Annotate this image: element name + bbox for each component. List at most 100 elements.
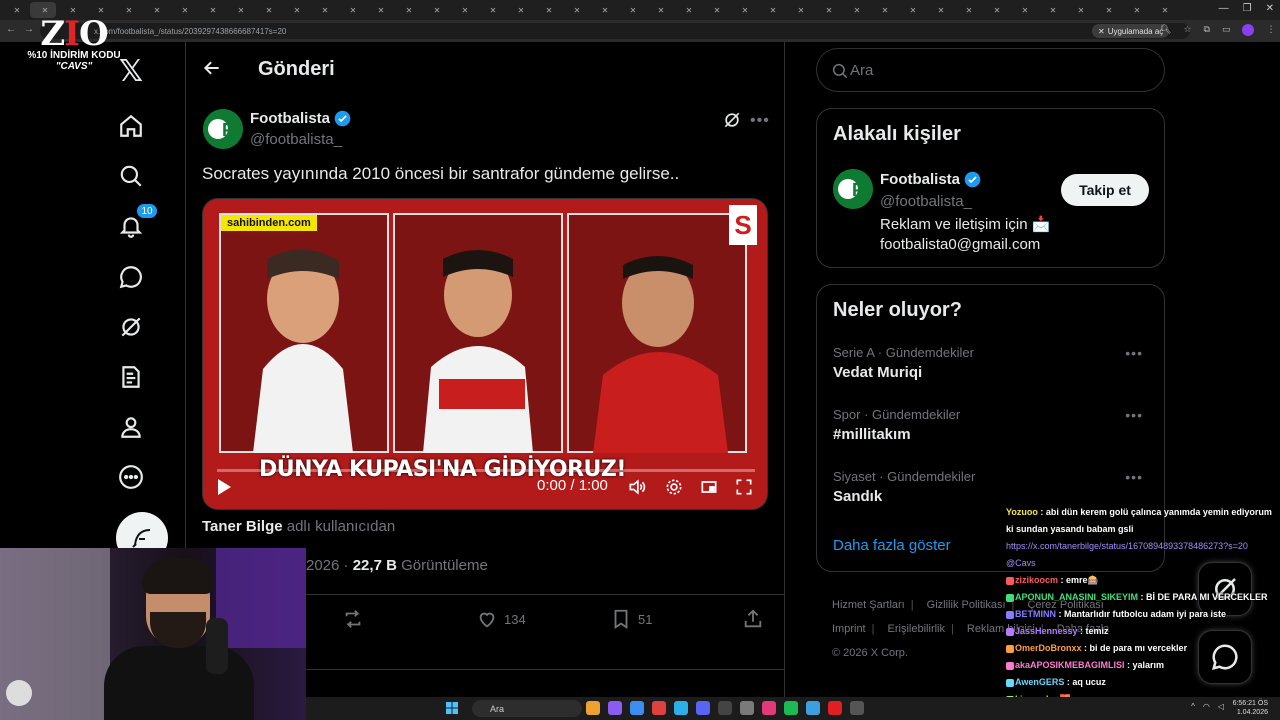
url-field[interactable]: x.com/footbalista_/status/20392974386666… [40,23,1190,39]
browser-tab[interactable]: ✕ [758,2,784,18]
grok-icon[interactable] [116,312,146,342]
close-tab-icon[interactable]: ✕ [266,6,273,15]
post-date[interactable]: 2026 [306,557,339,574]
close-tab-icon[interactable]: ✕ [574,6,581,15]
browser-tab[interactable]: ✕ [170,2,196,18]
kebab-menu-icon[interactable]: ⋮ [1266,24,1275,36]
relevant-person-name[interactable]: Footbalista [880,171,960,188]
taskbar-app-icon[interactable] [828,701,842,715]
footer-link[interactable]: Hizmet Şartları [832,599,905,611]
close-tab-icon[interactable]: ✕ [406,6,413,15]
taskbar-app-icon[interactable] [674,701,688,715]
picture-in-picture-icon[interactable] [699,477,719,502]
browser-tab[interactable]: ✕ [282,2,308,18]
settings-gear-icon[interactable] [664,477,684,502]
back-arrow-icon[interactable] [202,58,224,80]
repost-button[interactable] [342,608,364,630]
profile-icon[interactable] [116,412,146,442]
trend-more-icon[interactable]: ••• [1125,345,1143,361]
taskbar-app-icon[interactable] [586,701,600,715]
close-tab-icon[interactable]: ✕ [1106,6,1113,15]
browser-tab[interactable]: ✕ [590,2,616,18]
close-tab-icon[interactable]: ✕ [994,6,1001,15]
zoom-icon[interactable]: 🔍︎ [1160,24,1171,36]
close-icon[interactable]: ✕ [1098,27,1105,36]
trend-item[interactable]: Serie A · Gündemdekiler Vedat Muriqi ••• [833,345,1151,381]
browser-tab[interactable]: ✕ [898,2,924,18]
share-button[interactable] [742,608,764,630]
close-tab-icon[interactable]: ✕ [210,6,217,15]
close-tab-icon[interactable]: ✕ [238,6,245,15]
taskbar-app-icon[interactable] [652,701,666,715]
browser-tab[interactable]: ✕ [1066,2,1092,18]
close-tab-icon[interactable]: ✕ [518,6,525,15]
fullscreen-icon[interactable] [734,477,754,502]
bookmark-button[interactable]: 51 [610,608,652,630]
browser-tab[interactable]: ✕ [1094,2,1120,18]
author-name-row[interactable]: Footbalista [250,110,351,127]
browser-tab[interactable]: ✕ [814,2,840,18]
browser-tab[interactable]: ✕ [506,2,532,18]
close-tab-icon[interactable]: ✕ [658,6,665,15]
close-tab-icon[interactable]: ✕ [322,6,329,15]
browser-tab[interactable]: ✕ [954,2,980,18]
star-icon[interactable]: ☆ [1183,24,1191,36]
browser-tab[interactable]: ✕ [1038,2,1064,18]
taskbar-app-icon[interactable] [740,701,754,715]
browser-tab[interactable]: ✕ [842,2,868,18]
tray-chevron-icon[interactable]: ^ [1191,702,1195,711]
relevant-person-avatar[interactable]: F [833,169,873,209]
more-icon[interactable] [116,462,146,492]
taskbar-app-icon[interactable] [806,701,820,715]
browser-tab[interactable]: ✕ [422,2,448,18]
footer-link[interactable]: Gizlilik Politikası [927,599,1006,611]
browser-tab[interactable]: ✕ [562,2,588,18]
browser-tab[interactable]: ✕ [310,2,336,18]
browser-tab[interactable]: ✕ [730,2,756,18]
post-more-icon[interactable]: ••• [750,112,770,130]
close-tab-icon[interactable]: ✕ [1162,6,1169,15]
taskbar-app-icon[interactable] [762,701,776,715]
sidebar-icon[interactable]: ▭ [1222,24,1231,36]
taskbar-clock[interactable]: 6:56:21 ÖS 1.04.2026 [1233,699,1268,717]
close-tab-icon[interactable]: ✕ [714,6,721,15]
close-tab-icon[interactable]: ✕ [350,6,357,15]
browser-tab[interactable]: ✕ [2,2,28,18]
close-window-icon[interactable]: ✕ [1266,3,1274,14]
author-avatar[interactable]: F [203,109,243,149]
play-icon[interactable] [215,477,233,502]
close-tab-icon[interactable]: ✕ [938,6,945,15]
restore-icon[interactable]: ❐ [1243,3,1252,14]
close-tab-icon[interactable]: ✕ [602,6,609,15]
close-tab-icon[interactable]: ✕ [630,6,637,15]
close-tab-icon[interactable]: ✕ [910,6,917,15]
close-tab-icon[interactable]: ✕ [294,6,301,15]
relevant-person-name-row[interactable]: Footbalista [880,171,981,188]
relevant-person-handle[interactable]: @footbalista_ [880,193,972,210]
extensions-icon[interactable]: ⧉ [1204,24,1210,36]
search-icon[interactable] [116,161,146,191]
wifi-icon[interactable]: ◠ [1203,702,1210,711]
like-button[interactable]: 134 [476,608,526,630]
browser-tab[interactable]: ✕ [1150,2,1176,18]
taskbar-app-icon[interactable] [608,701,622,715]
close-tab-icon[interactable]: ✕ [826,6,833,15]
browser-tab[interactable]: ✕ [366,2,392,18]
volume-icon[interactable] [627,477,647,502]
browser-tab[interactable]: ✕ [254,2,280,18]
browser-tab[interactable]: ✕ [1010,2,1036,18]
browser-tab[interactable]: ✕ [534,2,560,18]
search-input[interactable]: Ara [816,48,1165,92]
close-tab-icon[interactable]: ✕ [378,6,385,15]
trend-more-icon[interactable]: ••• [1125,407,1143,423]
browser-tab[interactable]: ✕ [674,2,700,18]
windows-start-icon[interactable] [446,702,458,714]
volume-icon[interactable]: ◁ [1218,702,1224,711]
taskbar-search[interactable]: Ara [472,700,582,717]
footer-link[interactable]: Erişilebilirlik [888,623,945,635]
follow-button[interactable]: Takip et [1061,174,1149,206]
close-tab-icon[interactable]: ✕ [798,6,805,15]
close-tab-icon[interactable]: ✕ [546,6,553,15]
close-tab-icon[interactable]: ✕ [966,6,973,15]
footer-link[interactable]: Imprint [832,623,866,635]
